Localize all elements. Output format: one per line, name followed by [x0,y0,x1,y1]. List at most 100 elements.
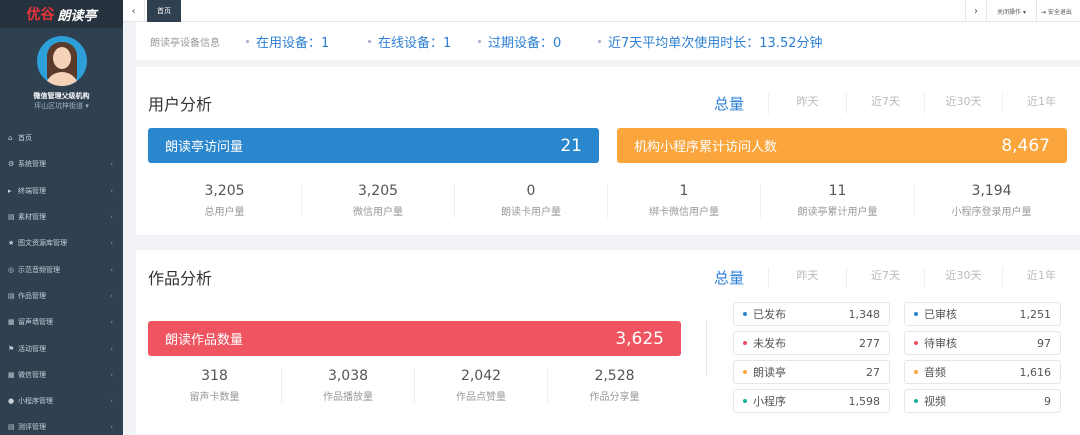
avatar[interactable] [36,36,87,86]
chevron-left-icon: ‹ [110,160,113,169]
work-status-label: 视频 [924,395,946,408]
sidebar-item-label: 素材管理 [18,213,46,222]
user-analysis-filters: 总量 昨天 近7天 近30天 近1年 [690,93,1080,114]
profile: 微信管理父级机构 坪山区坑梓街道 ▾ [0,28,123,125]
chevron-left-icon: ‹ [110,344,113,353]
terminal-icon: ▸ [8,186,12,195]
stat-likes: 2,042 作品点赞量 [414,368,547,403]
chevron-left-icon: ‹ [110,291,113,300]
sidebar-item-label: 示范音频管理 [18,265,60,274]
work-status-value: 1,616 [1019,365,1052,379]
chevron-left-icon: ‹ [110,239,113,248]
status-dot [743,370,747,374]
stat-wechat-users: 3,205 微信用户量 [301,183,454,218]
works-count-bar: 朗读作品数量 3,625 [148,321,681,356]
close-operations-dropdown[interactable]: 关闭操作 ▾ [987,0,1037,22]
sidebar-item-label: 作品管理 [18,291,46,300]
sidebar-item-5[interactable]: ◎ 示范音频管理 ‹ [0,256,123,282]
work-status-value: 1,251 [1019,307,1052,321]
stat-shares: 2,528 作品分享量 [547,368,681,403]
work-analysis-card: 作品分析 总量 昨天 近7天 近30天 近1年 朗读作品数量 3,625 318 留… [136,250,1080,435]
device-expired: 过期设备：0 [478,32,598,51]
sidebar-item-label: 活动管理 [18,344,46,353]
work-status-label: 小程序 [753,395,786,408]
chevron-left-icon: ‹ [110,423,113,432]
star-icon: ★ [8,239,15,248]
work-status-item: 朗读亭 27 [733,360,890,384]
sidebar-item-2[interactable]: ▸ 终端管理 ‹ [0,178,123,204]
status-dot [914,399,918,403]
sidebar-item-6[interactable]: ▤ 作品管理 ‹ [0,283,123,309]
work-status-label: 音频 [924,366,946,379]
sidebar-item-label: 测评管理 [18,423,46,432]
sidebar-item-8[interactable]: ⚑ 活动管理 ‹ [0,335,123,361]
user-analysis-card: 用户分析 总量 昨天 近7天 近30天 近1年 朗读亭访问量 21 机构小程序累计… [136,67,1080,235]
sidebar-item-1[interactable]: ⚙ 系统管理 ‹ [0,151,123,177]
logo: 优谷 朗读亭 [0,0,123,28]
work-status-value: 27 [866,365,880,379]
work-status-item: 已审核 1,251 [904,302,1061,326]
stat-card-users: 0 朗读卡用户量 [454,183,607,218]
filter-30days[interactable]: 近30天 [924,267,1002,288]
work-status-value: 277 [859,336,880,350]
top-bar: ‹ 首页 › 关闭操作 ▾ ⇥ 安全退出 [123,0,1080,22]
filter-1year[interactable]: 近1年 [1002,267,1080,288]
sidebar-item-7[interactable]: ▦ 留声墙管理 ‹ [0,309,123,335]
wall-icon: ▦ [8,318,15,327]
work-status-item: 未发布 277 [733,331,890,355]
filter-yesterday[interactable]: 昨天 [768,93,846,114]
work-status-item: 已发布 1,348 [733,302,890,326]
tab-scroll-right-button[interactable]: › [965,0,987,22]
user-analysis-title: 用户分析 [148,95,213,114]
tab-home[interactable]: 首页 [147,0,181,22]
device-info-bar: 朗读亭设备信息 在用设备：1 在线设备：1 过期设备：0 近7天平均单次使用时长… [136,22,1080,60]
work-status-item: 视频 9 [904,389,1061,413]
stat-total-users: 3,205 总用户量 [204,183,245,218]
miniprogram-visitors-bar: 机构小程序累计访问人数 8,467 [617,128,1067,163]
device-in-use: 在用设备：1 [246,32,368,51]
sidebar-item-3[interactable]: ▤ 素材管理 ‹ [0,204,123,230]
filter-yesterday[interactable]: 昨天 [768,267,846,288]
home-icon: ⌂ [8,134,13,143]
wechat-icon: ▦ [8,370,15,379]
sidebar-item-0[interactable]: ⌂ 首页 [0,125,123,151]
work-analysis-filters: 总量 昨天 近7天 近30天 近1年 [690,267,1080,288]
work-status-label: 待审核 [924,337,957,350]
sidebar-item-label: 终端管理 [18,186,46,195]
work-analysis-title: 作品分析 [148,269,213,288]
filter-total[interactable]: 总量 [690,267,768,288]
org-name: 微信管理父级机构 [33,92,90,100]
sidebar-item-10[interactable]: ● 小程序管理 ‹ [0,388,123,414]
chevron-left-icon: ‹ [110,318,113,327]
filter-1year[interactable]: 近1年 [1002,93,1080,114]
audio-icon: ◎ [8,265,15,274]
logo-brand-white: 朗读亭 [57,8,97,24]
device-avg-duration: 近7天平均单次使用时长：13.52分钟 [598,32,823,51]
work-status-label: 已发布 [753,308,786,321]
sidebar-item-11[interactable]: ▤ 测评管理 ‹ [0,414,123,435]
org-area[interactable]: 坪山区坑梓街道 ▾ [34,101,89,111]
tab-scroll-left-button[interactable]: ‹ [123,0,145,22]
sidebar-item-label: 首页 [18,134,32,143]
sidebar-item-9[interactable]: ▦ 微信管理 ‹ [0,362,123,388]
stat-plays: 3,038 作品播放量 [281,368,414,403]
stat-miniprogram-users: 3,194 小程序登录用户量 [914,183,1068,218]
filter-total[interactable]: 总量 [690,93,768,114]
status-dot [914,312,918,316]
sidebar-item-4[interactable]: ★ 图文资源库管理 ‹ [0,230,123,256]
filter-30days[interactable]: 近30天 [924,93,1002,114]
doc-icon: ▤ [8,291,15,300]
chevron-left-icon: ‹ [110,213,113,222]
logout-button[interactable]: ⇥ 安全退出 [1041,0,1072,22]
status-dot [743,312,747,316]
work-stats: 318 留声卡数量 3,038 作品播放量 2,042 作品点赞量 2,528 作品分享… [148,368,681,403]
filter-7days[interactable]: 近7天 [846,267,924,288]
work-status-value: 1,348 [848,307,881,321]
device-online: 在线设备：1 [368,32,478,51]
work-status-label: 未发布 [753,337,786,350]
stat-kiosk-users: 11 朗读亭累计用户量 [760,183,914,218]
gear-icon: ⚙ [8,160,15,169]
filter-7days[interactable]: 近7天 [846,93,924,114]
work-status-value: 9 [1044,394,1051,408]
test-icon: ▤ [8,423,15,432]
